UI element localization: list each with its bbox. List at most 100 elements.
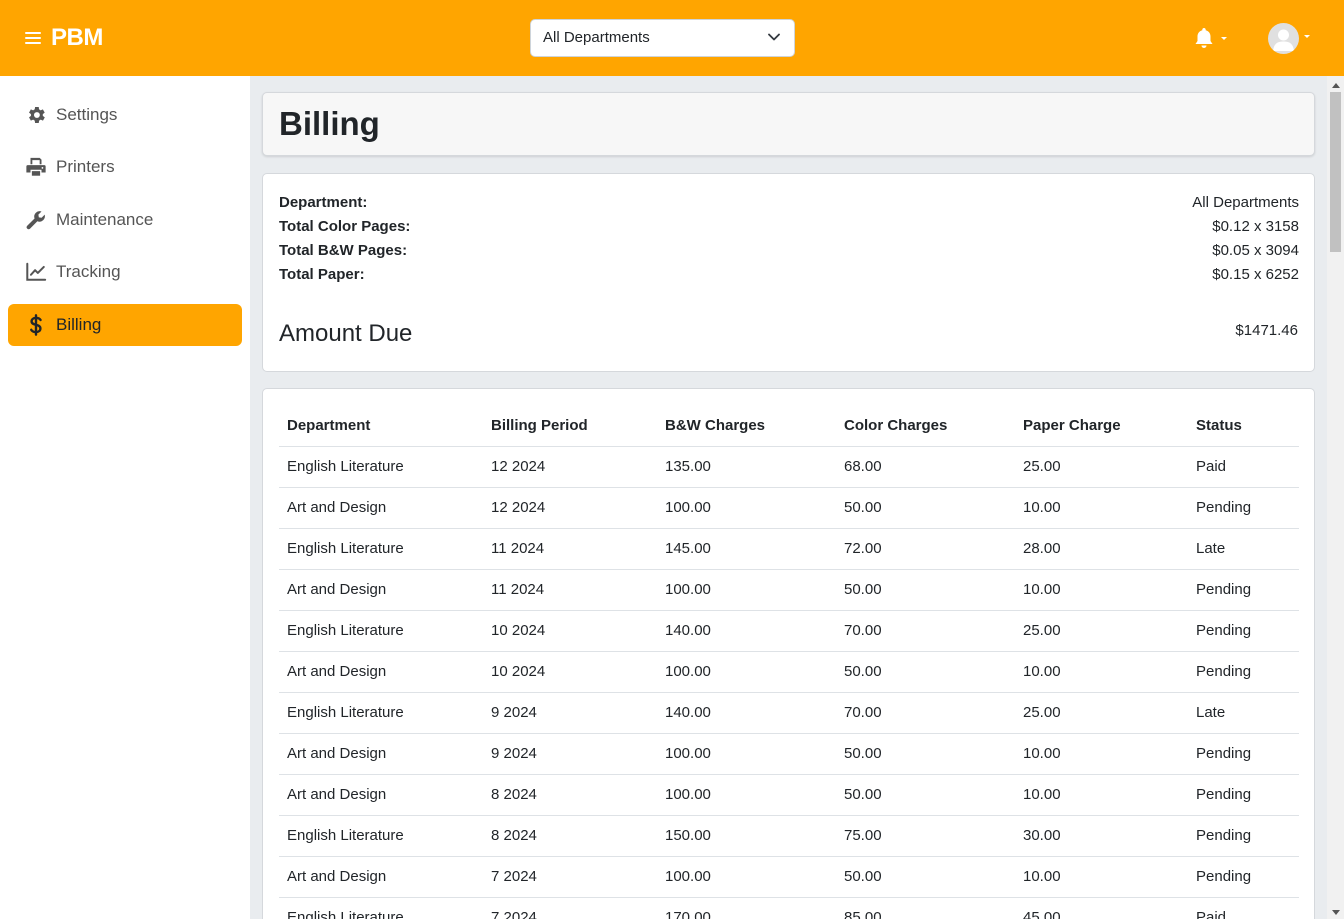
cell-status: Paid (1188, 446, 1299, 488)
cell-paper-charge: 25.00 (1015, 446, 1188, 488)
table-row: Art and Design 10 2024 100.00 50.00 10.00 Pen… (279, 651, 1299, 693)
department-select[interactable]: All Departments (530, 19, 795, 57)
cell-bw-charges: 135.00 (657, 446, 836, 488)
hamburger-menu-icon[interactable] (25, 31, 41, 45)
summary-value: $0.15 x 6252 (1212, 266, 1299, 283)
sidebar-item-maintenance[interactable]: Maintenance (8, 199, 242, 241)
caret-down-icon (1221, 37, 1227, 40)
cell-billing-period: 9 2024 (483, 733, 657, 775)
billing-table-card: Department Billing Period B&W Charges Co… (262, 388, 1315, 919)
billing-summary-card: Department: All Departments Total Color … (262, 173, 1315, 372)
table-body: English Literature 12 2024 135.00 68.00 25.0… (279, 446, 1299, 919)
chevron-down-icon (768, 33, 780, 41)
cell-billing-period: 10 2024 (483, 610, 657, 652)
cell-billing-period: 12 2024 (483, 487, 657, 529)
table-row: Art and Design 12 2024 100.00 50.00 10.00 Pen… (279, 487, 1299, 529)
cell-billing-period: 8 2024 (483, 815, 657, 857)
cell-status: Pending (1188, 610, 1299, 652)
department-select-value: All Departments (543, 29, 650, 46)
scrollbar-thumb[interactable] (1330, 92, 1341, 252)
cell-status: Pending (1188, 733, 1299, 775)
sidebar-item-settings[interactable]: Settings (8, 94, 242, 136)
summary-label: Total B&W Pages: (279, 242, 408, 259)
cell-bw-charges: 100.00 (657, 774, 836, 816)
sidebar-item-tracking[interactable]: Tracking (8, 251, 242, 293)
cell-department: English Literature (279, 897, 483, 919)
table-row: English Literature 9 2024 140.00 70.00 25.00… (279, 692, 1299, 734)
printer-icon (26, 157, 46, 176)
table-row: English Literature 7 2024 170.00 85.00 45.00… (279, 897, 1299, 919)
cell-status: Late (1188, 692, 1299, 734)
table-row: English Literature 12 2024 135.00 68.00 25.0… (279, 446, 1299, 488)
cell-paper-charge: 45.00 (1015, 897, 1188, 919)
cell-department: Art and Design (279, 651, 483, 693)
bell-icon[interactable] (1192, 26, 1216, 50)
cell-paper-charge: 10.00 (1015, 569, 1188, 611)
cell-bw-charges: 100.00 (657, 487, 836, 529)
sidebar-item-label: Settings (56, 105, 118, 124)
sidebar-item-label: Maintenance (56, 210, 154, 229)
cell-department: English Literature (279, 610, 483, 652)
cell-department: English Literature (279, 692, 483, 734)
cell-paper-charge: 30.00 (1015, 815, 1188, 857)
scroll-down-arrow-icon[interactable] (1332, 910, 1340, 915)
cell-bw-charges: 170.00 (657, 897, 836, 919)
cell-paper-charge: 28.00 (1015, 528, 1188, 570)
table-row: Art and Design 7 2024 100.00 50.00 10.00 Pend… (279, 856, 1299, 898)
cell-billing-period: 7 2024 (483, 856, 657, 898)
cell-status: Pending (1188, 815, 1299, 857)
cell-status: Pending (1188, 487, 1299, 529)
cell-color-charges: 75.00 (836, 815, 1015, 857)
table-row: Art and Design 11 2024 100.00 50.00 10.00 Pen… (279, 569, 1299, 611)
cell-department: Art and Design (279, 569, 483, 611)
sidebar-item-printers[interactable]: Printers (8, 146, 242, 188)
sidebar: Settings Printers Maintenance Tracking B… (0, 76, 250, 919)
column-header: Status (1188, 405, 1299, 447)
user-icon (1273, 29, 1294, 51)
billing-table: Department Billing Period B&W Charges Co… (279, 405, 1299, 919)
cell-status: Paid (1188, 897, 1299, 919)
cell-paper-charge: 10.00 (1015, 487, 1188, 529)
cell-department: English Literature (279, 815, 483, 857)
scroll-up-arrow-icon[interactable] (1332, 83, 1340, 88)
summary-label: Total Color Pages: (279, 218, 411, 235)
brand-logo[interactable]: PBM (51, 23, 103, 53)
cell-billing-period: 7 2024 (483, 897, 657, 919)
cell-color-charges: 50.00 (836, 487, 1015, 529)
cell-status: Pending (1188, 651, 1299, 693)
cell-paper-charge: 10.00 (1015, 733, 1188, 775)
column-header: Billing Period (483, 405, 657, 447)
column-header: Paper Charge (1015, 405, 1188, 447)
cell-department: English Literature (279, 528, 483, 570)
line-chart-icon (26, 262, 47, 281)
table-row: English Literature 11 2024 145.00 72.00 28.0… (279, 528, 1299, 570)
summary-value: $0.12 x 3158 (1212, 218, 1299, 235)
cell-status: Late (1188, 528, 1299, 570)
cell-color-charges: 85.00 (836, 897, 1015, 919)
cell-paper-charge: 25.00 (1015, 692, 1188, 734)
cell-color-charges: 50.00 (836, 651, 1015, 693)
cell-billing-period: 8 2024 (483, 774, 657, 816)
amount-due-label: Amount Due (279, 320, 413, 347)
cell-status: Pending (1188, 569, 1299, 611)
cell-billing-period: 11 2024 (483, 569, 657, 611)
page-scrollbar[interactable] (1327, 76, 1344, 919)
column-header: B&W Charges (657, 405, 836, 447)
cell-bw-charges: 140.00 (657, 692, 836, 734)
cell-billing-period: 12 2024 (483, 446, 657, 488)
page-header-card: Billing (262, 92, 1315, 156)
cell-bw-charges: 150.00 (657, 815, 836, 857)
table-row: English Literature 8 2024 150.00 75.00 30.00… (279, 815, 1299, 857)
cell-color-charges: 68.00 (836, 446, 1015, 488)
cell-color-charges: 50.00 (836, 569, 1015, 611)
user-avatar[interactable] (1268, 23, 1299, 54)
cell-color-charges: 70.00 (836, 692, 1015, 734)
cell-billing-period: 10 2024 (483, 651, 657, 693)
cell-department: English Literature (279, 446, 483, 488)
cell-department: Art and Design (279, 774, 483, 816)
cell-color-charges: 70.00 (836, 610, 1015, 652)
cell-department: Art and Design (279, 733, 483, 775)
caret-down-icon[interactable] (1304, 35, 1310, 38)
sidebar-item-billing[interactable]: Billing (8, 304, 242, 346)
cell-bw-charges: 100.00 (657, 651, 836, 693)
